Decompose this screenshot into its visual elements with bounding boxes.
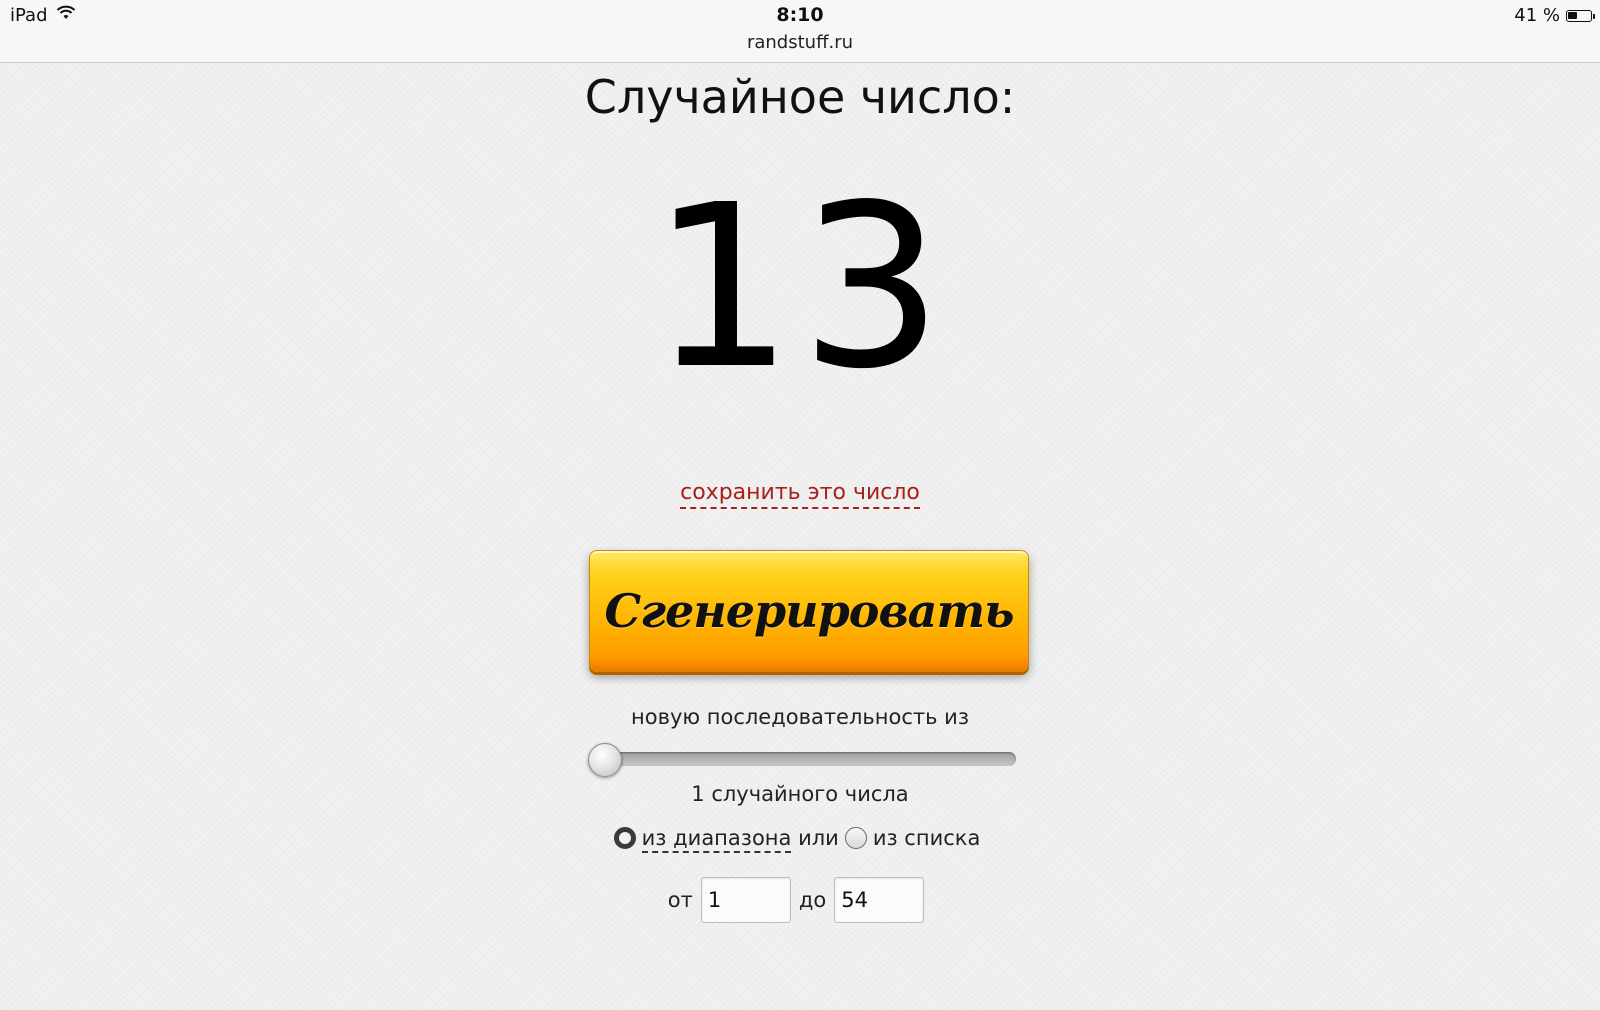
radio-list-label[interactable]: из списка	[873, 826, 981, 850]
browser-top-bar: iPad 8:10 41 % randstuff.ru	[0, 0, 1600, 63]
radio-range-text: из диапазона или	[641, 826, 839, 853]
save-link-row: сохранить это число	[0, 480, 1600, 509]
status-right: 41 %	[1514, 5, 1595, 26]
address-bar-url[interactable]: randstuff.ru	[0, 32, 1600, 53]
range-row: от до	[0, 877, 1600, 923]
from-label: от	[667, 888, 693, 912]
count-slider-track[interactable]	[602, 752, 1016, 766]
random-number: 13	[650, 157, 950, 419]
generate-button-label: Сгенерировать	[604, 584, 1014, 638]
radio-list[interactable]	[844, 827, 867, 849]
from-input[interactable]	[700, 877, 791, 923]
count-label: 1 случайного числа	[691, 782, 909, 806]
save-number-link[interactable]: сохранить это число	[680, 480, 920, 509]
to-label: до	[798, 888, 827, 912]
sequence-label: новую последовательность из	[631, 705, 969, 729]
status-time: 8:10	[776, 4, 824, 26]
to-input[interactable]	[834, 877, 925, 923]
radio-range-label[interactable]: из диапазона	[641, 826, 792, 853]
battery-fill	[1568, 11, 1577, 19]
battery-percent: 41 %	[1514, 5, 1560, 26]
radio-or-text: или	[798, 826, 839, 850]
mode-radio-group: из диапазона или из списка	[0, 826, 1600, 853]
generate-button[interactable]: Сгенерировать	[589, 550, 1029, 672]
count-slider-thumb[interactable]	[588, 743, 622, 777]
radio-range[interactable]	[613, 827, 636, 849]
page-title: Случайное число:	[584, 70, 1016, 124]
battery-icon	[1566, 9, 1595, 22]
